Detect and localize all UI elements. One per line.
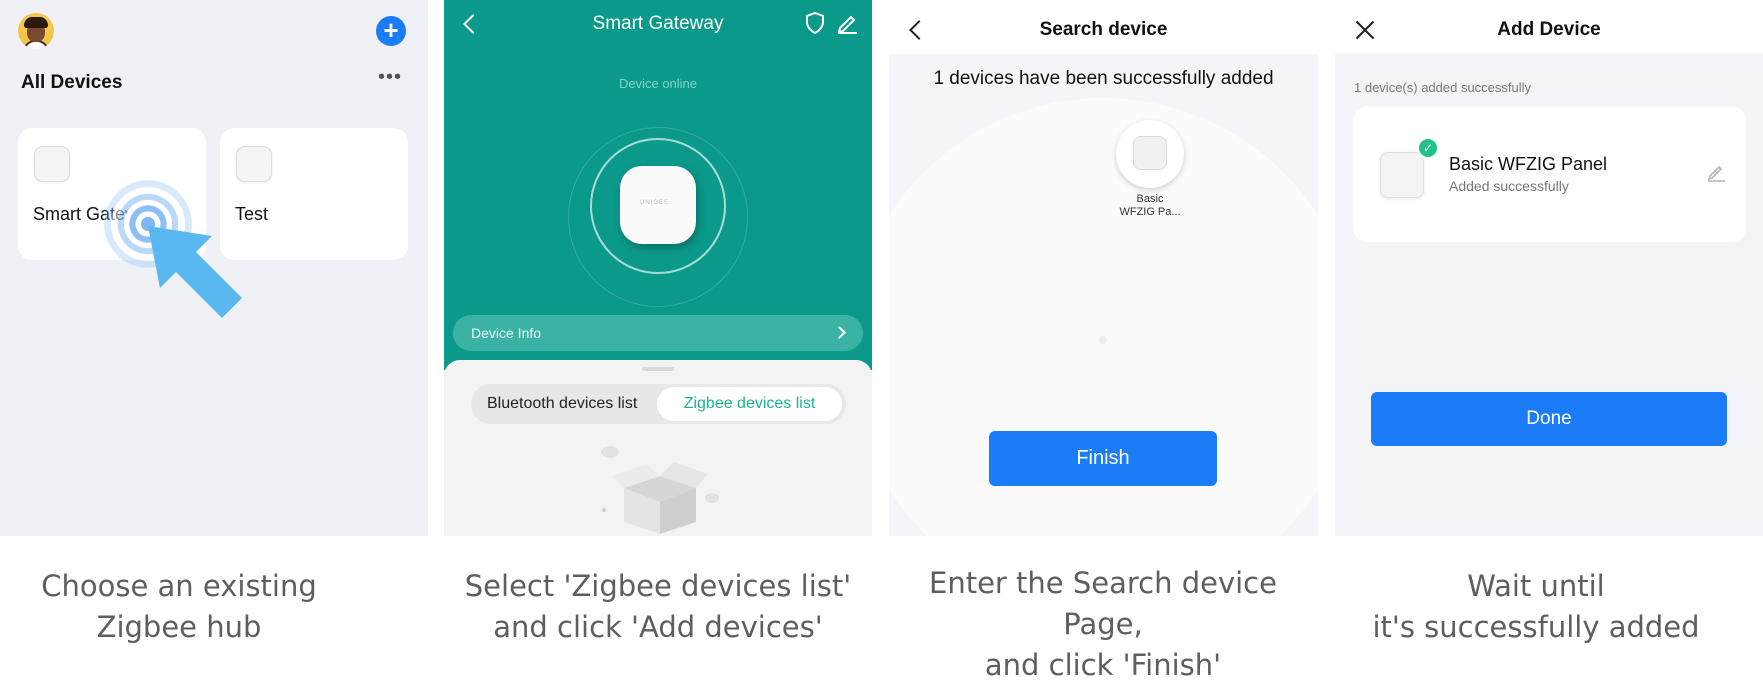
step-2-caption: Select 'Zigbee devices list' and click '…	[464, 569, 852, 644]
plus-icon: +	[383, 15, 399, 45]
page-title: All Devices	[21, 72, 123, 93]
avatar[interactable]	[18, 13, 54, 49]
done-button[interactable]: Done	[1371, 392, 1727, 446]
chevron-right-icon	[833, 326, 846, 339]
finish-button[interactable]: Finish	[989, 431, 1217, 486]
gateway-device-icon	[34, 146, 70, 182]
all-devices-screen: + All Devices ••• Smart Gateway Test	[0, 0, 428, 536]
radar-center-dot	[1099, 336, 1107, 344]
step-3-caption: Enter the Search device Page, and click …	[929, 566, 1277, 682]
tab-zigbee-label: Zigbee devices list	[683, 395, 816, 412]
device-name: Basic WFZIG Panel	[1449, 154, 1608, 174]
found-device-icon[interactable]	[1116, 120, 1184, 188]
added-summary: 1 device(s) added successfully	[1354, 80, 1532, 95]
add-device-button[interactable]: +	[376, 16, 406, 46]
status-text: Device online	[618, 76, 698, 91]
smart-gateway-screen: Smart Gateway Device online UNIGEE Devic…	[444, 0, 872, 536]
page-title: Search device	[1039, 19, 1168, 40]
device-status: Added successfully	[1449, 178, 1569, 194]
device-info-label: Device Info	[471, 325, 542, 341]
step-1-caption: Choose an existing Zigbee hub	[41, 569, 317, 644]
device-info-row[interactable]: Device Info	[453, 315, 863, 351]
added-count-message: 1 devices have been successfully added	[933, 68, 1274, 89]
device-icon	[1380, 152, 1424, 198]
edit-icon[interactable]	[836, 12, 858, 34]
check-icon: ✓	[1417, 137, 1439, 159]
empty-box-icon	[601, 446, 719, 534]
more-icon[interactable]: •••	[378, 66, 402, 89]
sheet-handle[interactable]	[642, 367, 674, 371]
added-device-card: ✓ Basic WFZIG Panel Added successfully	[1353, 106, 1746, 242]
pointer-arrow-icon	[148, 226, 242, 318]
step-4-caption: Wait until it's successfully added	[1372, 569, 1700, 644]
device-icon	[236, 146, 272, 182]
found-device-name: Basic WFZIG Pa...	[1119, 193, 1181, 218]
tab-bluetooth-devices[interactable]: Bluetooth devices list	[487, 395, 637, 413]
search-device-screen: Search device 1 devices have been succes…	[889, 0, 1318, 536]
device-brand-text: UNIGEE	[640, 200, 670, 206]
tab-zigbee-devices[interactable]: Zigbee devices list	[657, 387, 842, 421]
shield-icon[interactable]	[805, 12, 825, 34]
gateway-device-image: UNIGEE	[620, 166, 696, 244]
add-device-screen: Add Device 1 device(s) added successfull…	[1335, 0, 1763, 536]
edit-icon[interactable]	[1706, 162, 1726, 182]
device-list-tabs: Bluetooth devices list Zigbee devices li…	[471, 384, 846, 424]
page-title: Add Device	[1497, 19, 1601, 40]
